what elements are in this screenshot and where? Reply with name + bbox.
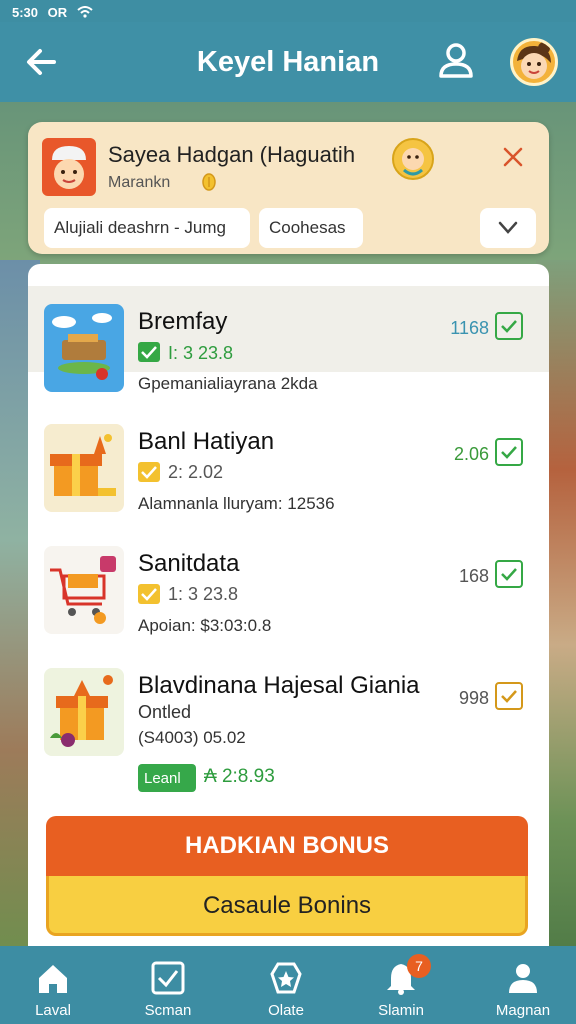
status-time: 5:30 bbox=[12, 5, 39, 20]
item-checkbox[interactable] bbox=[495, 312, 523, 340]
badge-value: ₳ 2:8.93 bbox=[204, 766, 275, 787]
item-count: 998 bbox=[458, 688, 489, 708]
close-icon[interactable] bbox=[502, 146, 524, 168]
status-network: OR bbox=[47, 5, 68, 20]
item-name: Bremfay bbox=[138, 308, 228, 335]
nav-item-home[interactable]: Laval bbox=[5, 946, 101, 1024]
item-value: 1: 3 23.8 bbox=[168, 584, 239, 604]
nav-label: Magnan bbox=[495, 1002, 551, 1019]
star-badge-icon bbox=[270, 962, 302, 994]
nav-label: Laval bbox=[35, 1002, 71, 1019]
nav-label: Slamin bbox=[378, 1002, 424, 1019]
list-item[interactable]: Bremfay I: 3 23.8 Gpemanialiayrana 2kda … bbox=[28, 286, 549, 393]
item-description: Apoian: $3:03:0.8 bbox=[138, 616, 272, 635]
item-name: Blavdinana Hajesal Giania bbox=[138, 672, 420, 699]
dropdown-toggle[interactable] bbox=[480, 208, 536, 248]
check-icon bbox=[138, 584, 160, 604]
item-thumbnail bbox=[44, 304, 124, 392]
list-item[interactable]: Banl Hatiyan 2: 2.02 Alamnanla lluryam: … bbox=[28, 404, 549, 514]
item-checkbox[interactable] bbox=[495, 438, 523, 466]
check-icon bbox=[138, 342, 160, 362]
notification-subtitle: Marankn bbox=[108, 174, 171, 191]
item-value: Ontled bbox=[138, 702, 192, 722]
filter-chip-category[interactable]: Coohesas bbox=[259, 208, 363, 248]
item-description: (S4003) 05.02 bbox=[138, 728, 246, 747]
item-thumbnail bbox=[44, 546, 124, 634]
wifi-icon bbox=[77, 6, 93, 18]
nav-item-scan[interactable]: Scman bbox=[120, 946, 216, 1024]
list-item[interactable]: Sanitdata 1: 3 23.8 Apoian: $3:03:0.8 16… bbox=[28, 526, 549, 636]
item-count: 2.06 bbox=[453, 444, 489, 464]
item-count: 1168 bbox=[450, 318, 489, 338]
item-description: Alamnanla lluryam: 12536 bbox=[138, 494, 335, 513]
avatar[interactable] bbox=[510, 38, 558, 86]
checkbox-icon bbox=[151, 961, 185, 995]
secondary-bonus-button[interactable]: Casaule Bonins bbox=[46, 876, 528, 936]
item-thumbnail bbox=[44, 424, 124, 512]
notification-card[interactable]: Sayea Hadgan (Haguatih Marankn Alujiali … bbox=[28, 122, 549, 254]
avatar-face-icon bbox=[517, 42, 551, 79]
bottom-navigation: Laval Scman Olate 7 Slamin Magnan bbox=[0, 946, 576, 1024]
claim-bonus-button[interactable]: HADKIAN BONUS bbox=[46, 816, 528, 878]
rewards-list-panel: Bremfay I: 3 23.8 Gpemanialiayrana 2kda … bbox=[28, 264, 549, 954]
chevron-down-icon bbox=[498, 221, 518, 234]
item-count: 168 bbox=[458, 566, 489, 586]
item-value: 2: 2.02 bbox=[168, 462, 224, 482]
item-name: Banl Hatiyan bbox=[138, 428, 275, 455]
item-checkbox[interactable] bbox=[495, 560, 523, 588]
nav-label: Scman bbox=[144, 1002, 192, 1019]
check-icon bbox=[138, 462, 160, 482]
page-title: Keyel Hanian bbox=[196, 46, 380, 78]
item-description: Gpemanialiayrana 2kda bbox=[138, 374, 318, 393]
nav-item-olate[interactable]: Olate bbox=[238, 946, 334, 1024]
item-thumbnail bbox=[44, 668, 124, 756]
status-badge: Leanl bbox=[138, 764, 196, 792]
item-name: Sanitdata bbox=[138, 550, 240, 577]
app-header: Keyel Hanian bbox=[0, 22, 576, 102]
item-value: I: 3 23.8 bbox=[168, 343, 234, 363]
item-checkbox[interactable] bbox=[495, 682, 523, 710]
coin-icon bbox=[202, 173, 216, 191]
mascot-icon bbox=[392, 138, 434, 180]
notification-app-icon bbox=[42, 138, 96, 196]
filter-chip-date[interactable]: Alujiali deashrn - Jumg bbox=[44, 208, 250, 248]
home-icon bbox=[39, 965, 67, 993]
nav-label: Olate bbox=[268, 1002, 304, 1019]
notification-title: Sayea Hadgan (Haguatih bbox=[108, 142, 356, 167]
user-icon bbox=[509, 964, 537, 993]
list-item[interactable]: Blavdinana Hajesal Giania Ontled (S4003)… bbox=[28, 648, 549, 758]
profile-icon[interactable] bbox=[436, 40, 476, 82]
notification-count-badge: 7 bbox=[407, 954, 431, 978]
nav-item-notifications[interactable]: 7 Slamin bbox=[353, 946, 449, 1024]
nav-item-profile[interactable]: Magnan bbox=[475, 946, 571, 1024]
